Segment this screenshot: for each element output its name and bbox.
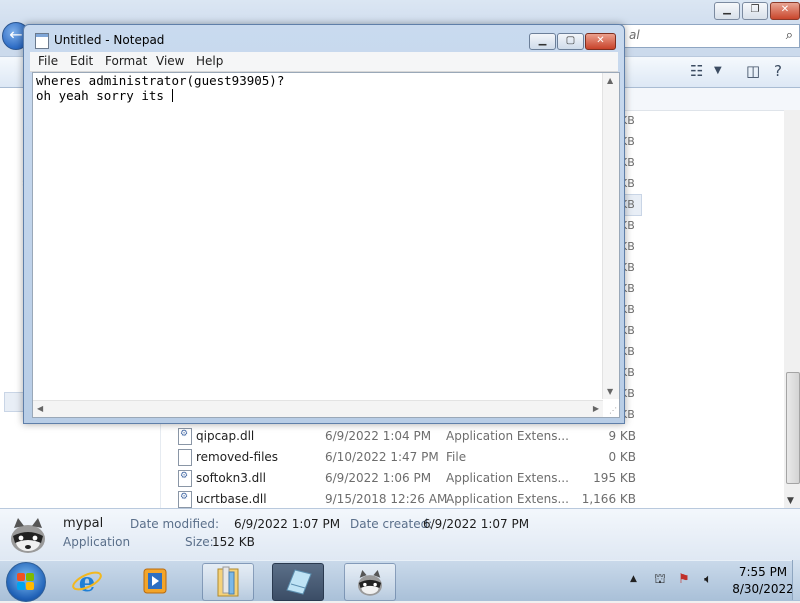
system-clock[interactable]: 7:55 PM 8/30/2022 [726,565,800,596]
media-player-icon [143,568,167,594]
show-hidden-icons-icon[interactable]: ▲ [630,574,637,584]
text-line: wheres administrator(guest93905)? [36,73,285,88]
detail-modified-label: Date modified: [130,517,220,531]
explorer-restore-button[interactable]: ❐ [742,2,768,20]
dll-file-icon [178,470,192,487]
dll-file-icon [178,428,192,445]
file-name: ucrtbase.dll [196,492,267,506]
table-row[interactable]: removed-files 6/10/2022 1:47 PM File 0 K… [176,447,636,468]
explorer-vertical-scrollbar[interactable]: ▼ [784,110,800,508]
chevron-down-icon[interactable]: ▼ [714,65,722,76]
minimize-button[interactable]: ▁ [529,33,556,50]
clock-time: 7:55 PM [738,565,788,579]
menu-format[interactable]: Format [105,54,147,68]
scroll-left-arrow-icon[interactable]: ◀ [37,404,43,413]
file-name: removed-files [196,450,279,464]
notepad-icon [35,33,49,49]
table-row[interactable]: qipcap.dll 6/9/2022 1:04 PM Application … [176,426,636,447]
file-name: softokn3.dll [196,471,266,485]
editor-horizontal-scrollbar[interactable]: ◀ ▶ [33,400,603,417]
detail-size-value: 152 KB [212,535,255,549]
file-size: 0 KB [608,450,636,464]
show-desktop-button[interactable] [792,560,800,600]
search-placeholder: al [629,28,640,42]
network-icon[interactable]: ⛫ [652,572,668,588]
file-date: 6/9/2022 1:04 PM [325,429,432,443]
text-caret [172,89,174,102]
folder-icon [217,566,239,597]
explorer-close-button[interactable]: ✕ [770,2,800,20]
help-icon[interactable]: ? [774,62,782,80]
notepad-window[interactable]: Untitled - Notepad ▁ ▢ ✕ File Edit Forma… [23,24,625,424]
detail-size-label: Size: [185,535,214,549]
file-type: Application Extens... [446,492,569,506]
internet-explorer-icon: e [72,568,102,598]
explorer-search-input[interactable]: al ⌕ [620,24,800,48]
file-type: Application Extens... [446,471,569,485]
table-row[interactable]: ucrtbase.dll 9/15/2018 12:26 AM Applicat… [176,489,636,510]
windows-logo-icon [17,573,35,591]
raccoon-app-icon [11,518,45,553]
taskbar-media-player[interactable] [130,563,180,599]
taskbar-file-explorer[interactable] [202,563,254,601]
table-row[interactable]: softokn3.dll 6/9/2022 1:06 PM Applicatio… [176,468,636,489]
start-button[interactable] [6,562,46,602]
file-size: 9 KB [608,429,636,443]
detail-created-label: Date created: [350,517,433,531]
menu-file[interactable]: File [38,54,58,68]
resize-grip-icon[interactable]: ⋰ [609,406,617,415]
file-size: 195 KB [593,471,636,485]
menu-edit[interactable]: Edit [70,54,93,68]
menu-view[interactable]: View [156,54,184,68]
file-type: Application Extens... [446,429,569,443]
detail-modified-value: 6/9/2022 1:07 PM [234,517,341,531]
menu-help[interactable]: Help [196,54,223,68]
editor-vertical-scrollbar[interactable]: ▲ ▼ [602,73,619,399]
file-type: File [446,450,467,464]
scrollbar-thumb[interactable] [786,372,800,484]
scroll-right-arrow-icon[interactable]: ▶ [593,404,599,413]
view-options-icon[interactable]: ☷ [690,62,703,80]
action-center-flag-icon[interactable]: ⚑ [676,572,692,588]
file-size: 1,166 KB [581,492,636,506]
preview-pane-icon[interactable]: ◫ [746,62,760,80]
taskbar-mypal[interactable] [344,563,396,601]
window-title: Untitled - Notepad [54,33,165,47]
close-button[interactable]: ✕ [585,33,616,50]
scroll-down-arrow-icon[interactable]: ▼ [787,496,794,506]
taskbar-internet-explorer[interactable]: e [62,563,112,599]
details-pane: mypal Application Date modified: 6/9/202… [0,508,800,561]
scroll-up-arrow-icon[interactable]: ▲ [607,76,613,85]
taskbar-notepad[interactable] [272,563,324,601]
volume-muted-icon[interactable]: 🔈︎ [700,572,716,588]
detail-created-value: 6/9/2022 1:07 PM [423,517,530,531]
file-date: 6/10/2022 1:47 PM [325,450,439,464]
file-date: 6/9/2022 1:06 PM [325,471,432,485]
scroll-down-arrow-icon[interactable]: ▼ [607,387,613,396]
file-icon [178,449,192,466]
explorer-minimize-button[interactable]: ▁ [714,2,740,20]
raccoon-app-icon [358,570,382,596]
notepad-app-icon [286,569,312,595]
clock-date: 8/30/2022 [732,582,794,596]
search-icon[interactable]: ⌕ [786,28,793,43]
text-line: oh yeah sorry its [36,88,174,103]
detail-name: mypal [63,516,104,531]
dll-file-icon [178,491,192,508]
detail-kind: Application [63,535,131,549]
maximize-button[interactable]: ▢ [557,33,584,50]
file-name: qipcap.dll [196,429,255,443]
text-editor-area[interactable]: wheres administrator(guest93905)? oh yea… [32,72,620,418]
file-date: 9/15/2018 12:26 AM [325,492,448,506]
menu-bar: File Edit Format View Help [30,52,618,72]
